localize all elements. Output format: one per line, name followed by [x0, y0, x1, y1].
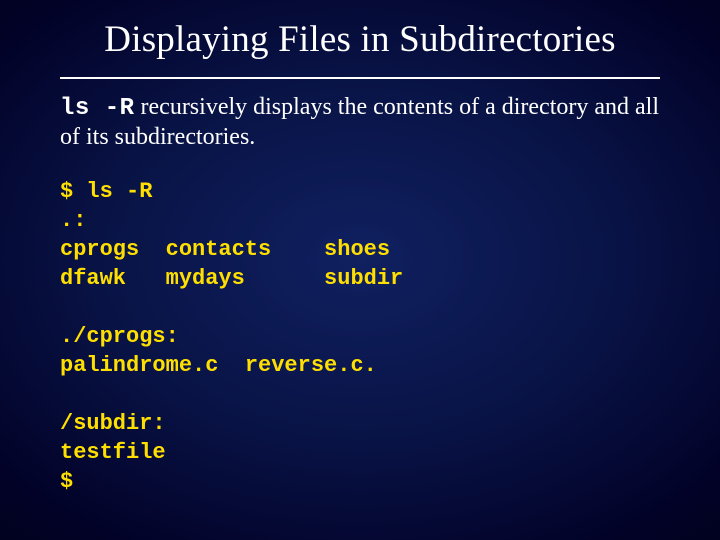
slide: Displaying Files in Subdirectories ls -R… — [0, 0, 720, 540]
terminal-output: $ ls -R .: cprogs contacts shoes dfawk m… — [60, 177, 660, 496]
description-text: recursively displays the contents of a d… — [60, 94, 659, 150]
page-title: Displaying Files in Subdirectories — [60, 18, 660, 61]
inline-command: ls -R — [60, 95, 135, 122]
description: ls -R recursively displays the contents … — [60, 93, 660, 153]
title-underline — [60, 77, 660, 79]
